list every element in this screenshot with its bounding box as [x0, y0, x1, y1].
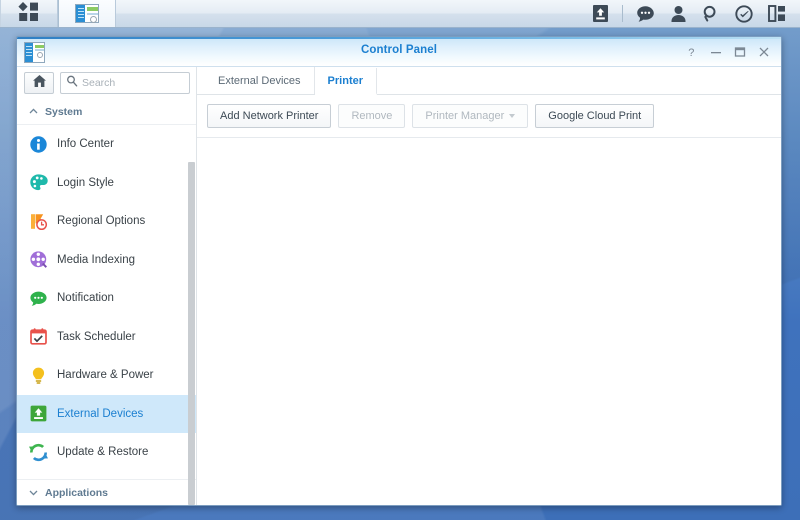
window-titlebar[interactable]: Control Panel ? [17, 37, 781, 67]
sidebar-item-label: Update & Restore [57, 446, 149, 459]
palette-icon [29, 173, 48, 192]
taskbar-left-group [0, 0, 116, 27]
control-panel-window: Control Panel ? Search System Info Cente… [16, 36, 782, 506]
sidebar-item-task-scheduler[interactable]: Task Scheduler [17, 318, 196, 357]
upload-queue-icon[interactable] [585, 0, 615, 28]
refresh-arrows-icon [29, 443, 48, 462]
notifications-icon[interactable] [630, 0, 660, 28]
page-title: Control Panel [360, 44, 438, 56]
sidebar-item-label: Task Scheduler [57, 330, 136, 343]
button-label: Remove [351, 110, 393, 122]
sidebar-scrollbar-thumb[interactable] [188, 162, 195, 505]
sidebar-scroll-area: System Info Center Login Style Regional … [17, 99, 196, 479]
chevron-up-icon [29, 107, 38, 116]
window-body: System Info Center [17, 67, 781, 505]
home-icon [32, 74, 47, 93]
printer-toolbar: Add Network Printer Remove Printer Manag… [197, 95, 781, 138]
regional-clock-icon [29, 212, 48, 231]
user-options-icon[interactable] [663, 0, 693, 28]
printer-manager-button[interactable]: Printer Manager [412, 104, 529, 128]
sidebar-group-applications[interactable]: Applications [17, 479, 196, 505]
maximize-button[interactable] [729, 41, 751, 63]
button-label: Printer Manager [425, 110, 505, 122]
speech-bubble-icon [29, 289, 48, 308]
taskbar-divider [622, 5, 623, 22]
film-reel-icon [29, 250, 48, 269]
close-button[interactable] [753, 41, 775, 63]
taskbar-spacer [116, 0, 585, 27]
sidebar-scrollbar[interactable] [187, 162, 196, 505]
help-button[interactable]: ? [681, 41, 703, 63]
chevron-down-icon [29, 488, 38, 497]
remove-button[interactable]: Remove [338, 104, 406, 128]
sidebar-item-label: External Devices [57, 407, 144, 420]
search-input[interactable] [82, 77, 184, 89]
content-area: External Devices Printer Add Network Pri… [197, 67, 781, 505]
tab-label: Printer [327, 74, 364, 87]
tab-printer[interactable]: Printer [314, 68, 378, 95]
sidebar-item-label: Login Style [57, 176, 114, 189]
sidebar-footer: Applications [17, 479, 196, 505]
sidebar-item-regional-options[interactable]: Regional Options [17, 202, 196, 241]
sidebar: System Info Center [17, 67, 197, 505]
button-label: Add Network Printer [220, 110, 319, 122]
home-button[interactable] [24, 72, 54, 94]
window-controls: ? [681, 37, 775, 67]
sidebar-item-notification[interactable]: Notification [17, 279, 196, 318]
pilot-view-icon[interactable] [729, 0, 759, 28]
widgets-icon[interactable] [762, 0, 792, 28]
chevron-down-icon [509, 114, 516, 118]
sidebar-group-system[interactable]: System [17, 99, 196, 125]
sidebar-item-update-restore[interactable]: Update & Restore [17, 433, 196, 472]
tab-label: External Devices [218, 74, 301, 87]
grid-apps-icon [18, 1, 40, 26]
sidebar-item-label: Notification [57, 292, 114, 305]
button-label: Google Cloud Print [548, 110, 642, 122]
calendar-check-icon [29, 327, 48, 346]
sidebar-item-label: Media Indexing [57, 253, 135, 266]
sidebar-group-label: Applications [45, 486, 109, 499]
sidebar-group-label: System [45, 105, 83, 118]
sidebar-item-label: Hardware & Power [57, 369, 154, 382]
sidebar-item-media-indexing[interactable]: Media Indexing [17, 241, 196, 280]
search-field-wrapper[interactable] [60, 72, 190, 94]
sidebar-toolbar [17, 67, 196, 99]
sidebar-item-hardware-power[interactable]: Hardware & Power [17, 356, 196, 395]
printer-list-panel [197, 138, 781, 505]
app-menu-button[interactable] [0, 0, 58, 27]
taskbar-window-control-panel[interactable] [58, 0, 116, 27]
control-panel-window-icon [75, 4, 99, 23]
tab-external-devices[interactable]: External Devices [205, 67, 315, 94]
tab-bar: External Devices Printer [197, 67, 781, 95]
info-circle-icon [29, 135, 48, 154]
lightbulb-icon [29, 366, 48, 385]
google-cloud-print-button[interactable]: Google Cloud Print [535, 104, 655, 128]
search-icon [66, 74, 78, 92]
add-network-printer-button[interactable]: Add Network Printer [207, 104, 332, 128]
search-icon[interactable] [696, 0, 726, 28]
sidebar-item-info-center[interactable]: Info Center [17, 125, 196, 164]
sidebar-item-label: Regional Options [57, 215, 146, 228]
taskbar [0, 0, 800, 28]
external-device-icon [29, 404, 48, 423]
sidebar-item-login-style[interactable]: Login Style [17, 164, 196, 203]
sidebar-item-label: Info Center [57, 138, 114, 151]
minimize-button[interactable] [705, 41, 727, 63]
svg-text:?: ? [688, 47, 694, 58]
sidebar-item-external-devices[interactable]: External Devices [17, 394, 196, 433]
taskbar-right-group [585, 0, 800, 27]
